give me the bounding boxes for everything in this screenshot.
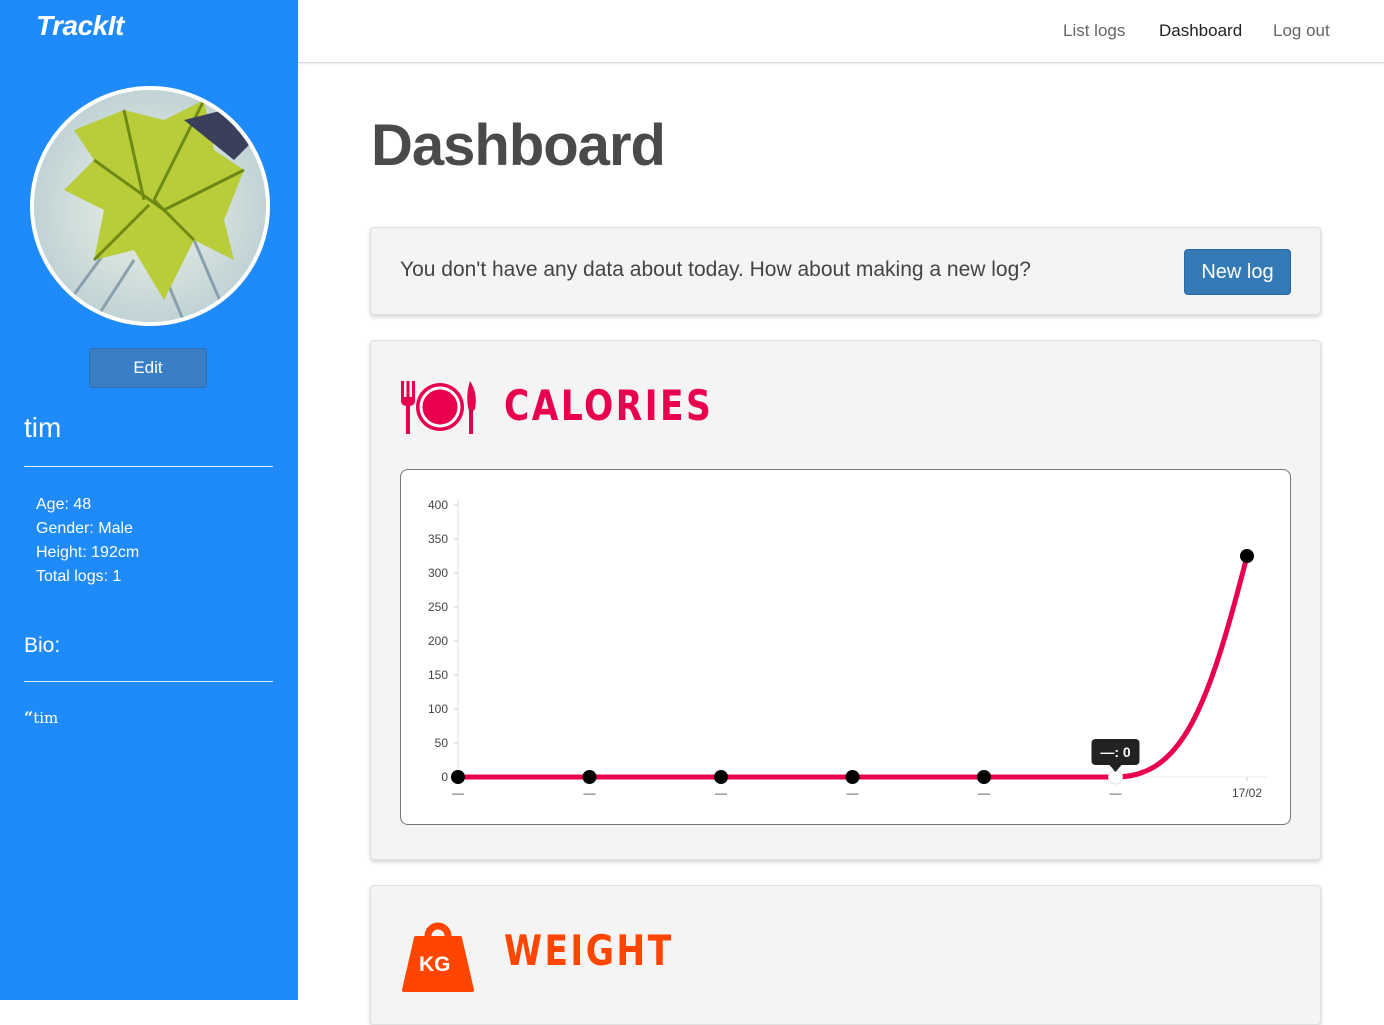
profile-stats: Age: 48 Gender: Male Height: 192cm Total… <box>36 493 139 589</box>
x-tick-label: — <box>584 786 596 800</box>
alert-text: You don't have any data about today. How… <box>400 258 1031 281</box>
weight-card: KG WEIGHT <box>370 885 1321 1025</box>
x-tick-label: — <box>1110 786 1122 800</box>
data-point <box>714 770 728 784</box>
top-nav: List logs Dashboard Log out <box>298 0 1384 63</box>
profile-username: tim <box>24 412 62 443</box>
divider <box>24 466 273 467</box>
data-point <box>582 770 597 784</box>
sidebar: TrackIt Edit tim Age: 48 Gender: Male He… <box>0 0 298 1000</box>
weight-icon-label: KG <box>419 953 451 976</box>
new-log-button[interactable]: New log <box>1184 249 1291 295</box>
y-tick-label: 150 <box>428 668 448 682</box>
nav-list-logs[interactable]: List logs <box>1063 21 1125 41</box>
nav-dashboard[interactable]: Dashboard <box>1159 21 1242 41</box>
y-tick-label: 350 <box>428 532 448 546</box>
avatar <box>30 86 270 326</box>
data-point <box>845 770 860 784</box>
x-tick-label: — <box>452 786 464 800</box>
weight-title: WEIGHT <box>504 926 674 975</box>
profile-age: Age: 48 <box>36 496 92 513</box>
divider <box>24 681 273 682</box>
calories-chart-svg: 0 50 100 150 200 250 300 350 400 — — — — — — 17/02 —: 0 <box>428 498 1267 800</box>
page-title: Dashboard <box>371 113 666 178</box>
x-tick-label: — <box>978 786 990 800</box>
y-tick-label: 0 <box>441 770 448 784</box>
data-point <box>977 770 991 784</box>
x-tick-label: — <box>847 786 859 800</box>
bio-content: tim <box>33 709 59 727</box>
y-tick-label: 200 <box>428 634 448 648</box>
data-point <box>1240 549 1254 563</box>
y-tick-label: 50 <box>435 736 449 750</box>
nav-log-out[interactable]: Log out <box>1273 21 1330 41</box>
no-data-alert: You don't have any data about today. How… <box>370 227 1321 315</box>
profile-height: Height: 192cm <box>36 544 140 561</box>
x-tick-label: — <box>715 786 727 800</box>
bio-text: “tim <box>24 708 58 727</box>
fork-knife-icon <box>399 379 479 442</box>
calories-title: CALORIES <box>504 381 714 430</box>
y-tick-label: 400 <box>428 498 448 512</box>
brand-logo[interactable]: TrackIt <box>36 10 124 42</box>
profile-total-logs: Total logs: 1 <box>36 568 122 585</box>
y-tick-label: 300 <box>428 566 448 580</box>
calories-card: CALORIES 0 50 100 150 200 250 300 350 400 — — — — — — 1… <box>370 340 1321 860</box>
data-point <box>1108 769 1123 785</box>
profile-gender: Gender: Male <box>36 520 133 537</box>
x-tick-label: 17/02 <box>1232 786 1262 800</box>
quote-icon: “ <box>24 708 34 727</box>
y-tick-label: 100 <box>428 702 448 716</box>
y-tick-label: 250 <box>428 600 448 614</box>
calories-chart: 0 50 100 150 200 250 300 350 400 — — — — — — 17/02 —: 0 <box>400 469 1291 825</box>
data-point <box>451 770 465 784</box>
tooltip-text: —: 0 <box>1100 744 1131 760</box>
bio-heading: Bio: <box>24 634 61 657</box>
edit-profile-button[interactable]: Edit <box>89 348 207 388</box>
